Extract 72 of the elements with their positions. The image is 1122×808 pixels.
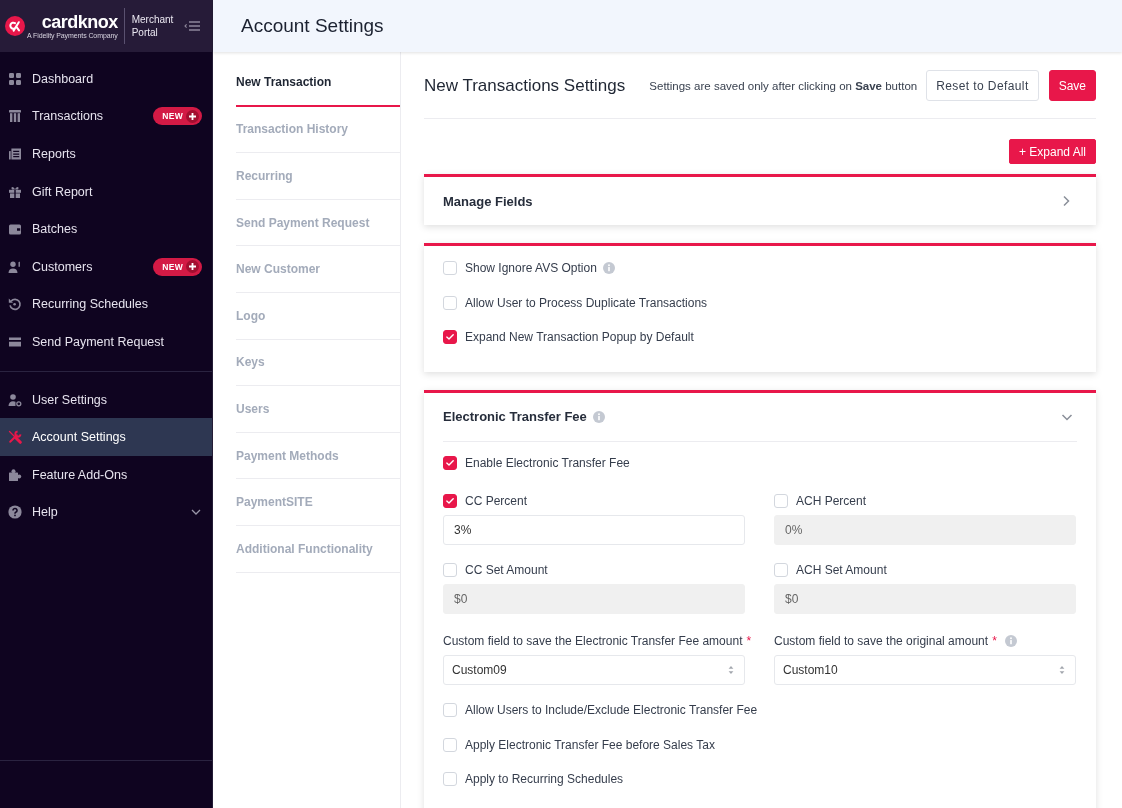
input-field[interactable]: 3% [443,515,745,545]
wallet-icon [8,222,22,237]
nav-item[interactable]: Batches [0,210,212,248]
nav-item[interactable]: Recurring Schedules [0,285,212,324]
save-note: Settings are saved only after clicking on Save button [649,79,918,92]
option-label: Enable Electronic Transfer Fee [465,455,630,470]
nav-item[interactable]: User Settings [0,380,212,419]
badge-label: NEW [162,261,183,272]
nav-item[interactable]: Help [0,493,212,532]
option-label: Allow Users to Include/Exclude Electronic Transfer Fee [465,703,758,718]
user-icon [8,259,22,274]
nav-item[interactable]: Dashboard [0,60,212,98]
reset-button[interactable]: Reset to Default [926,70,1039,101]
sort-caret-icon [1059,665,1065,675]
save-button[interactable]: Save [1048,70,1096,101]
option-label: Allow User to Process Duplicate Transactions [465,295,708,310]
newspaper-icon [8,147,22,161]
rotate-icon [8,297,22,312]
plus-icon [186,260,199,274]
nav-item[interactable]: Transactions NEW [0,97,212,136]
brand-name: cardknox [41,12,118,32]
nav-item[interactable]: Customers NEW [0,247,212,286]
section-title: New Transactions Settings [424,75,626,96]
chevron-down-icon[interactable] [191,509,201,516]
option-label: ACH Set Amount [796,563,887,577]
new-badge[interactable]: NEW [153,107,202,126]
select-field[interactable]: Custom10 [774,655,1076,685]
option-label: CC Percent [465,494,528,508]
info-icon[interactable] [602,262,615,275]
card-title: Manage Fields [443,193,533,209]
checkbox[interactable] [443,330,457,345]
portal-label: Merchant Portal [131,13,175,39]
plus-icon [186,109,199,123]
puzzle-icon [8,467,22,482]
checkmark-icon [446,498,454,504]
checkmark-icon [446,334,454,341]
required-mark: * [992,634,997,648]
sort-caret-icon [728,665,734,675]
help-icon [8,505,22,520]
field-label: Custom field to save the Electronic Transfer Fee amount [443,634,743,648]
option-label: Apply to Recurring Schedules [465,772,624,787]
card-title: Electronic Transfer Fee [443,409,587,424]
nav-item[interactable]: Reports [0,135,212,173]
nav-item[interactable]: Account Settings [0,418,212,456]
logo-icon [5,16,25,36]
gift-icon [8,184,22,199]
info-icon[interactable] [1004,635,1017,647]
checkbox[interactable] [443,494,457,508]
option-label: Show Ignore AVS Option [465,261,597,276]
wrench-screwdriver-icon [8,430,22,445]
option-label: ACH Percent [796,494,867,508]
required-mark: * [746,634,752,648]
checkmark-icon [446,459,454,466]
select-field[interactable]: Custom09 [443,655,745,685]
grid-icon [8,71,22,86]
menu-collapse-icon[interactable] [184,21,200,31]
nav-item[interactable]: Gift Report [0,172,212,211]
expand-all-button[interactable]: + Expand All [1008,139,1096,164]
checkbox[interactable] [443,455,457,470]
settings-nav-item[interactable]: New Transaction [236,60,400,107]
new-badge[interactable]: NEW [153,257,202,276]
option-label: Expand New Transaction Popup by Default [465,330,694,345]
info-icon[interactable] [592,410,605,423]
field-label: Custom field to save the original amount [774,634,989,648]
user-gear-icon [8,392,22,407]
nav-item[interactable]: Send Payment Request [0,323,212,361]
columns-icon [8,109,22,124]
nav-item[interactable]: Feature Add-Ons [0,455,212,494]
badge-label: NEW [162,111,183,122]
page-title: Account Settings [241,15,384,37]
option-label: CC Set Amount [465,563,548,577]
option-label: Apply Electronic Transfer Fee before Sales Tax [465,737,715,752]
